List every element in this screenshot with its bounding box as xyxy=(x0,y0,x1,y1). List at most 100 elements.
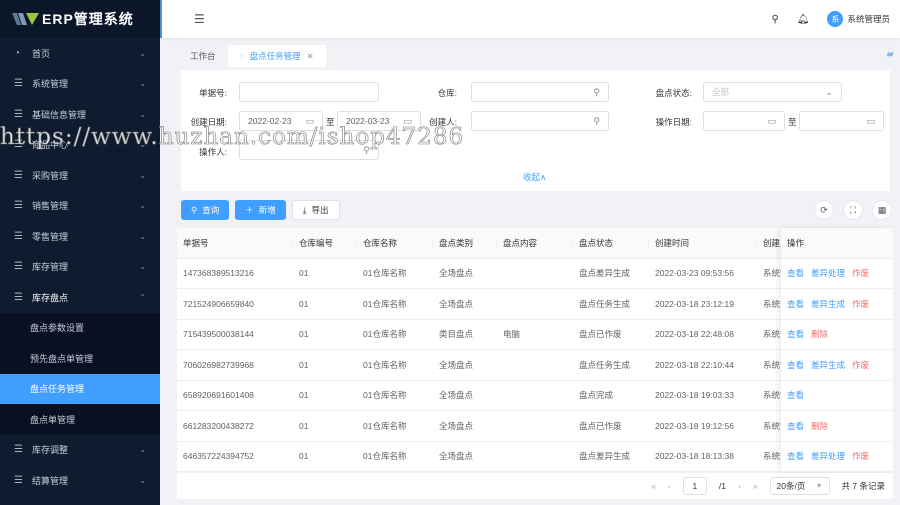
sidebar: ERP管理系统 ◔ 首页 ⌄ ☰ 系统管理 ⌄ ☰ 基础信息管理 ⌄ ☰ 商品中心 ⌄ ☰ 采购管… xyxy=(0,0,160,505)
sidebar-subitem-params[interactable]: 盘点参数设置 xyxy=(0,313,160,344)
next-page-icon[interactable]: › xyxy=(738,481,741,491)
column-header: 操作 xyxy=(781,236,806,249)
refresh-icon[interactable]: ⟳ xyxy=(814,200,834,220)
collapse-link[interactable]: 收起∧ xyxy=(523,171,546,183)
page-input[interactable]: 1 xyxy=(682,477,707,495)
row-action-link[interactable]: 作废 xyxy=(852,298,869,310)
cell-no: 721524906659840 xyxy=(183,298,254,309)
doc-no-label: 单据号: xyxy=(199,88,227,98)
cell-wh-name: 01仓库名称 xyxy=(363,268,407,279)
dashboard-icon: ◔ xyxy=(14,47,21,59)
cell-wh-code: 01 xyxy=(299,451,309,462)
folder-icon[interactable]: ▰ xyxy=(886,49,894,60)
sidebar-subitem-pre-stocktake[interactable]: 预先盘点单管理 xyxy=(0,343,160,374)
sidebar-item-sales[interactable]: ☰ 销售管理 ⌄ xyxy=(0,191,160,222)
to-label-2: 至 xyxy=(788,117,797,127)
row-action-link[interactable]: 查看 xyxy=(787,420,804,432)
cell-created: 2022-03-18 23:12:19 xyxy=(655,298,734,309)
warehouse-label: 仓库: xyxy=(437,88,457,98)
ops-row: 查看 差异处理 作废 xyxy=(781,442,893,472)
op-date-from[interactable]: ▭ xyxy=(703,111,785,131)
menu-fold-icon[interactable]: ☰ xyxy=(194,12,205,26)
search-icon[interactable]: ⚲ xyxy=(771,14,778,25)
sidebar-item-home[interactable]: ◔ 首页 ⌄ xyxy=(0,38,160,69)
export-button[interactable]: ⤓ 导出 xyxy=(291,200,340,220)
column-header[interactable]: 仓库编号 xyxy=(293,236,357,249)
create-date-to[interactable]: 2022-03-23 ▭ xyxy=(337,111,421,131)
cell-wh-name: 01仓库名称 xyxy=(363,451,407,462)
cell-type: 全场盘点 xyxy=(439,298,474,309)
row-action-link[interactable]: 查看 xyxy=(787,389,804,401)
ops-row: 查看 差异生成 作废 xyxy=(781,350,893,381)
row-action-link[interactable]: 查看 xyxy=(787,328,804,340)
sidebar-subitem-task-management[interactable]: 盘点任务管理 xyxy=(0,373,160,404)
total-pages: /1 xyxy=(718,481,726,491)
sidebar-item-products[interactable]: ☰ 商品中心 ⌄ xyxy=(0,130,160,161)
cell-created: 2022-03-18 19:03:33 xyxy=(655,390,734,401)
row-action-link[interactable]: 删除 xyxy=(811,328,828,340)
app-logo[interactable]: ERP管理系统 xyxy=(0,0,160,38)
sidebar-item-settlement[interactable]: ☰ 结算管理 ⌄ xyxy=(0,465,160,496)
add-button[interactable]: ＋新增 xyxy=(235,200,286,220)
search-icon[interactable]: ⚲ xyxy=(593,87,600,98)
sidebar-item-purchase[interactable]: ☰ 采购管理 ⌄ xyxy=(0,160,160,191)
operations-column: 操作 查看 差异处理 作废 查看 差异生成 作废 查看 删除 查看 差异生成 作废 查看 查看 删除 查看差… xyxy=(781,228,893,472)
cell-no: 661283200438272 xyxy=(183,420,254,431)
row-action-link[interactable]: 删除 xyxy=(811,420,828,432)
columns-icon[interactable]: ▦ xyxy=(872,200,892,220)
sidebar-menu: ◔ 首页 ⌄ ☰ 系统管理 ⌄ ☰ 基础信息管理 ⌄ ☰ 商品中心 ⌄ ☰ 采购管理 ⌄ ☰ 销售管理… xyxy=(0,38,160,496)
cell-status: 盘点差异生成 xyxy=(579,268,631,279)
ops-row: 查看 差异处理 作废 xyxy=(781,259,893,289)
operator-input[interactable]: ⚲ xyxy=(239,140,379,160)
top-bar: ☰ ⚲ 🔔︎ 系 系统管理员 xyxy=(160,0,900,38)
bell-icon[interactable]: 🔔︎ xyxy=(797,14,810,25)
user-menu[interactable]: 系 系统管理员 xyxy=(827,11,890,27)
search-form: 单据号: 仓库: ⚲ 盘点状态: 全部 ⌄ 创建日期: 2022-02-23 ▭ 至… xyxy=(181,70,890,191)
column-header[interactable]: 创建时间 xyxy=(649,236,757,249)
prev-page-icon[interactable]: ‹ xyxy=(668,481,671,491)
op-date-to[interactable]: ▭ xyxy=(799,111,884,131)
sidebar-item-adjustment[interactable]: ☰ 库存调整 ⌄ xyxy=(0,435,160,466)
cell-created: 2022-03-23 09:53:56 xyxy=(655,268,734,279)
column-header[interactable]: 盘点类别 xyxy=(433,236,497,249)
row-action-link[interactable]: 查看 xyxy=(787,298,804,310)
close-icon[interactable]: ✕ xyxy=(307,51,314,62)
row-action-link[interactable]: 查看 xyxy=(787,450,804,462)
warehouse-input[interactable]: ⚲ xyxy=(471,82,609,102)
sidebar-item-basic-info[interactable]: ☰ 基础信息管理 ⌄ xyxy=(0,99,160,130)
row-action-link[interactable]: 差异生成 xyxy=(811,298,845,310)
row-action-link[interactable]: 查看 xyxy=(787,359,804,371)
row-action-link[interactable]: 作废 xyxy=(852,359,869,371)
cell-status: 盘点差异生成 xyxy=(579,451,631,462)
row-action-link[interactable]: 作废 xyxy=(852,267,869,279)
page-size-select[interactable]: 20条/页 ▼ xyxy=(769,477,830,495)
cell-wh-code: 01 xyxy=(299,359,309,370)
status-select[interactable]: 全部 ⌄ xyxy=(703,82,842,102)
row-action-link[interactable]: 差异处理 xyxy=(811,267,845,279)
sidebar-item-inventory[interactable]: ☰ 库存管理 ⌄ xyxy=(0,252,160,283)
query-button[interactable]: ⚲ 查询 xyxy=(181,200,230,220)
tab-stocktake-task[interactable]: ◌ 盘点任务管理 ✕ xyxy=(227,45,326,67)
row-action-link[interactable]: 差异处理 xyxy=(811,450,845,462)
create-date-from[interactable]: 2022-02-23 ▭ xyxy=(239,111,323,131)
sidebar-item-system[interactable]: ☰ 系统管理 ⌄ xyxy=(0,69,160,100)
column-header[interactable]: 单据号 xyxy=(177,236,293,249)
row-action-link[interactable]: 查看 xyxy=(787,267,804,279)
sidebar-item-stocktaking[interactable]: ☰ 库存盘点 ⌃ xyxy=(0,282,160,313)
search-icon[interactable]: ⚲ xyxy=(363,145,370,156)
column-header[interactable]: 盘点状态 xyxy=(573,236,649,249)
search-icon[interactable]: ⚲ xyxy=(593,116,600,127)
column-header[interactable]: 盘点内容 xyxy=(497,236,573,249)
row-action-link[interactable]: 差异生成 xyxy=(811,359,845,371)
menu-icon: ☰ xyxy=(14,230,23,242)
first-page-icon[interactable]: « xyxy=(651,481,656,491)
sidebar-subitem-stocktake-orders[interactable]: 盘点单管理 xyxy=(0,404,160,435)
sidebar-item-retail[interactable]: ☰ 零售管理 ⌄ xyxy=(0,221,160,252)
row-action-link[interactable]: 作废 xyxy=(852,450,869,462)
last-page-icon[interactable]: » xyxy=(753,481,758,491)
creator-input[interactable]: ⚲ xyxy=(471,111,609,131)
fullscreen-icon[interactable]: ⛶ xyxy=(843,200,863,220)
column-header[interactable]: 仓库名称 xyxy=(357,236,433,249)
doc-no-input[interactable] xyxy=(239,82,379,102)
tab-workbench[interactable]: 工作台 xyxy=(178,45,228,67)
